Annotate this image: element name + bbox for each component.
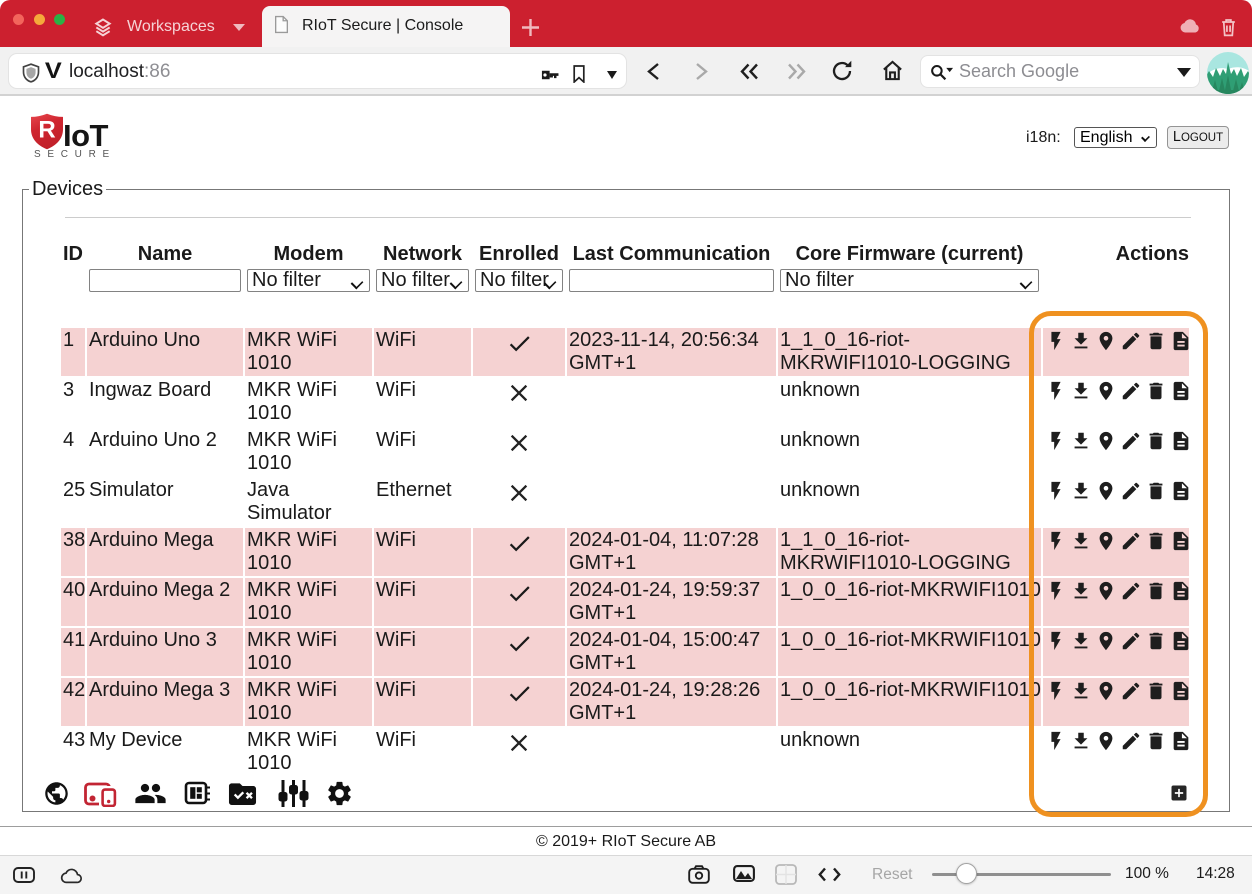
svg-text:R: R bbox=[38, 117, 55, 144]
